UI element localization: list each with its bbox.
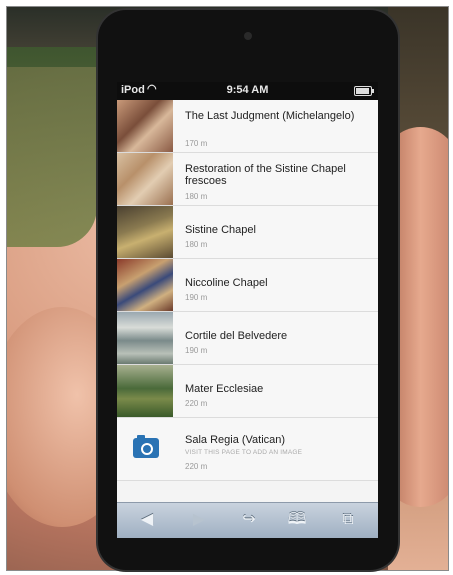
item-distance: 220 m [185,399,208,408]
item-distance: 180 m [185,240,208,249]
item-title: Sistine Chapel [185,224,256,236]
thumbnail [117,153,173,205]
thumbnail [117,100,173,152]
list-item[interactable]: Cortile del Belvedere 190 m [117,312,378,365]
background-foliage [7,47,97,247]
thumbnail [117,312,173,364]
thumbnail-placeholder [117,418,173,480]
item-title: The Last Judgment (Michelangelo) [185,110,355,122]
item-distance: 190 m [185,293,208,302]
item-title: Sala Regia (Vatican) [185,434,286,446]
browser-toolbar: ◀ ▶ ↪ 🕮 ⧉ [117,502,378,538]
item-title: Mater Ecclesiae [185,383,264,395]
forward-arrow-icon[interactable]: ▶ [187,509,211,531]
bookmarks-icon[interactable]: 🕮 [285,509,309,531]
item-subtitle: VISIT THIS PAGE TO ADD AN IMAGE [185,449,303,456]
list-item[interactable]: Sala Regia (Vatican) VISIT THIS PAGE TO … [117,418,378,481]
thumbnail [117,206,173,258]
status-bar: iPod ◠ 9:54 AM [117,82,378,100]
item-distance: 220 m [185,462,208,471]
list-item[interactable]: Niccoline Chapel 190 m [117,259,378,312]
item-distance: 180 m [185,192,208,201]
thumbnail [117,365,173,417]
clock: 9:54 AM [226,84,269,96]
item-title: Restoration of the Sistine Chapel fresco… [185,163,346,187]
back-arrow-icon[interactable]: ◀ [135,509,159,531]
nearby-list: The Last Judgment (Michelangelo) 170 m R… [117,100,378,481]
item-title: Niccoline Chapel [185,277,268,289]
tabs-icon[interactable]: ⧉ [336,509,360,531]
share-icon[interactable]: ↪ [237,509,261,531]
thumbnail [117,259,173,311]
list-item[interactable]: Mater Ecclesiae 220 m [117,365,378,418]
list-item[interactable]: Sistine Chapel 180 m [117,206,378,259]
item-distance: 170 m [185,139,208,148]
camera-icon [133,435,159,458]
front-camera [244,32,252,40]
item-distance: 190 m [185,346,208,355]
battery-icon [354,86,374,96]
list-item[interactable]: Restoration of the Sistine Chapel fresco… [117,153,378,206]
item-title: Cortile del Belvedere [185,330,288,342]
list-item[interactable]: The Last Judgment (Michelangelo) 170 m [117,100,378,153]
